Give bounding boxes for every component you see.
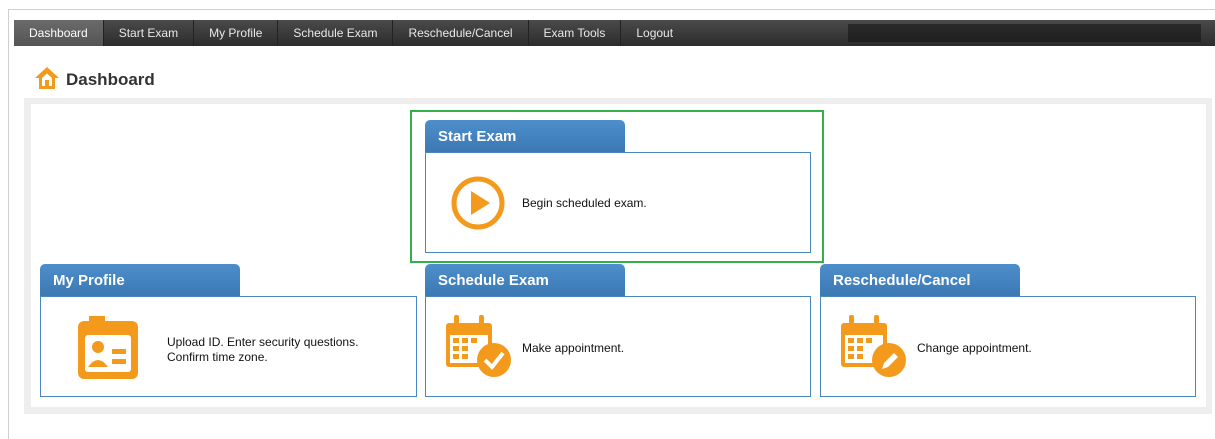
page-title: Dashboard [34, 66, 155, 94]
tile-my-profile-body[interactable]: Upload ID. Enter security questions. Con… [40, 296, 417, 397]
nav-dashboard[interactable]: Dashboard [14, 20, 104, 46]
tile-my-profile-desc-line1: Upload ID. Enter security questions. [167, 335, 359, 349]
nav-filler [848, 24, 1201, 42]
nav-exam-tools[interactable]: Exam Tools [529, 20, 622, 46]
tile-schedule-exam-desc: Make appointment. [522, 341, 625, 355]
tile-schedule-exam-body[interactable]: Make appointment. [425, 296, 811, 397]
home-icon [34, 66, 60, 95]
tile-my-profile-desc: Upload ID. Enter security questions. Con… [167, 335, 358, 365]
nav-reschedule-cancel[interactable]: Reschedule/Cancel [393, 20, 529, 46]
calendar-check-icon [444, 313, 514, 384]
tile-reschedule-cancel-desc: Change appointment. [917, 341, 1032, 355]
tile-reschedule-cancel-body[interactable]: Change appointment. [820, 296, 1196, 397]
nav-start-exam[interactable]: Start Exam [104, 20, 195, 46]
page-title-text: Dashboard [66, 70, 155, 89]
nav-schedule-exam[interactable]: Schedule Exam [278, 20, 394, 46]
calendar-edit-icon [839, 313, 909, 384]
top-nav-bar: Dashboard Start Exam My Profile Schedule… [14, 20, 1215, 46]
tile-schedule-exam-title: Schedule Exam [425, 264, 625, 296]
tile-reschedule-cancel-title: Reschedule/Cancel [820, 264, 1020, 296]
nav-logout[interactable]: Logout [621, 20, 688, 46]
tile-my-profile-desc-line2: Confirm time zone. [167, 350, 268, 364]
id-card-icon [55, 311, 161, 388]
start-exam-highlight [410, 110, 824, 263]
tile-my-profile-title: My Profile [40, 264, 240, 296]
nav-my-profile[interactable]: My Profile [194, 20, 279, 46]
